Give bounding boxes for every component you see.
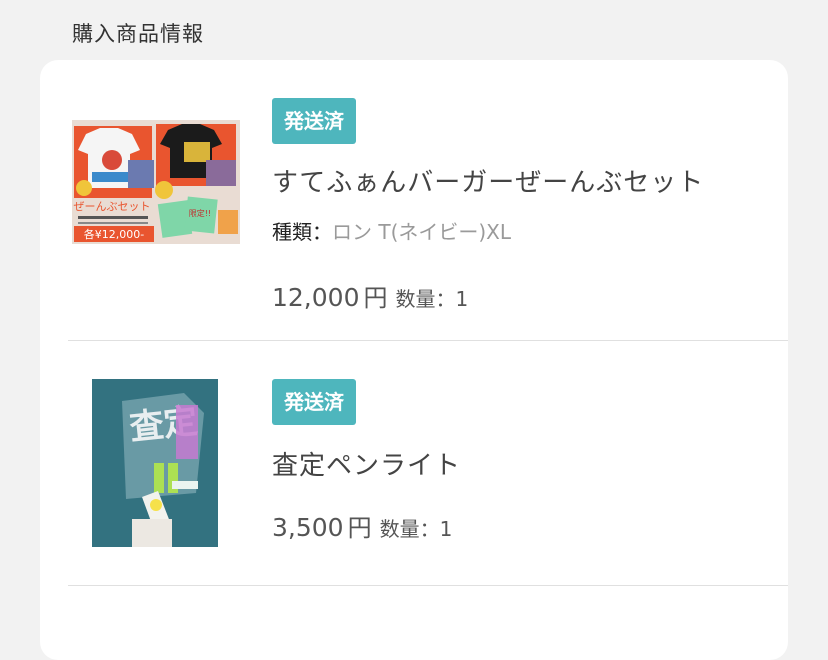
status-badge: 発送済 bbox=[272, 379, 356, 425]
quantity: 数量：1 bbox=[395, 287, 469, 311]
product-price-row: 12,000 円数量：1 bbox=[272, 278, 468, 313]
variant-label: 種類： bbox=[272, 220, 332, 244]
price-amount: 12,000 bbox=[272, 283, 360, 312]
product-name[interactable]: 査定ペンライト bbox=[272, 445, 461, 482]
status-badge: 発送済 bbox=[272, 98, 356, 144]
image-badge-text: 限定!! bbox=[189, 208, 211, 218]
list-item[interactable]: ぜーんぶセット 各¥12,000- 限定!! 発送済 すてふぁんバーガーぜーんぶ… bbox=[40, 60, 788, 340]
order-items-card: ぜーんぶセット 各¥12,000- 限定!! 発送済 すてふぁんバーガーぜーんぶ… bbox=[40, 60, 788, 660]
product-name[interactable]: すてふぁんバーガーぜーんぶセット bbox=[272, 162, 704, 199]
image-price-text: 各¥12,000- bbox=[84, 227, 144, 241]
price-currency: 円 bbox=[363, 284, 388, 312]
price-currency: 円 bbox=[347, 514, 372, 542]
list-item[interactable]: 査定 発送済 査定ペンライト 3,500 円数量：1 bbox=[40, 340, 788, 586]
product-price-row: 3,500 円数量：1 bbox=[272, 508, 452, 543]
product-image-art: 査定 bbox=[92, 379, 218, 547]
price-amount: 3,500 bbox=[272, 513, 344, 542]
variant-value: ロン T(ネイビー)XL bbox=[332, 220, 512, 244]
product-image[interactable]: 査定 bbox=[92, 379, 218, 547]
product-image-art: ぜーんぶセット 各¥12,000- 限定!! bbox=[72, 120, 240, 244]
image-title-text: ぜーんぶセット bbox=[74, 200, 151, 213]
product-variant: 種類：ロン T(ネイビー)XL bbox=[272, 216, 511, 245]
product-image[interactable]: ぜーんぶセット 各¥12,000- 限定!! bbox=[72, 120, 240, 244]
quantity: 数量：1 bbox=[379, 517, 453, 541]
item-divider bbox=[68, 585, 788, 586]
section-title: 購入商品情報 bbox=[72, 22, 204, 46]
